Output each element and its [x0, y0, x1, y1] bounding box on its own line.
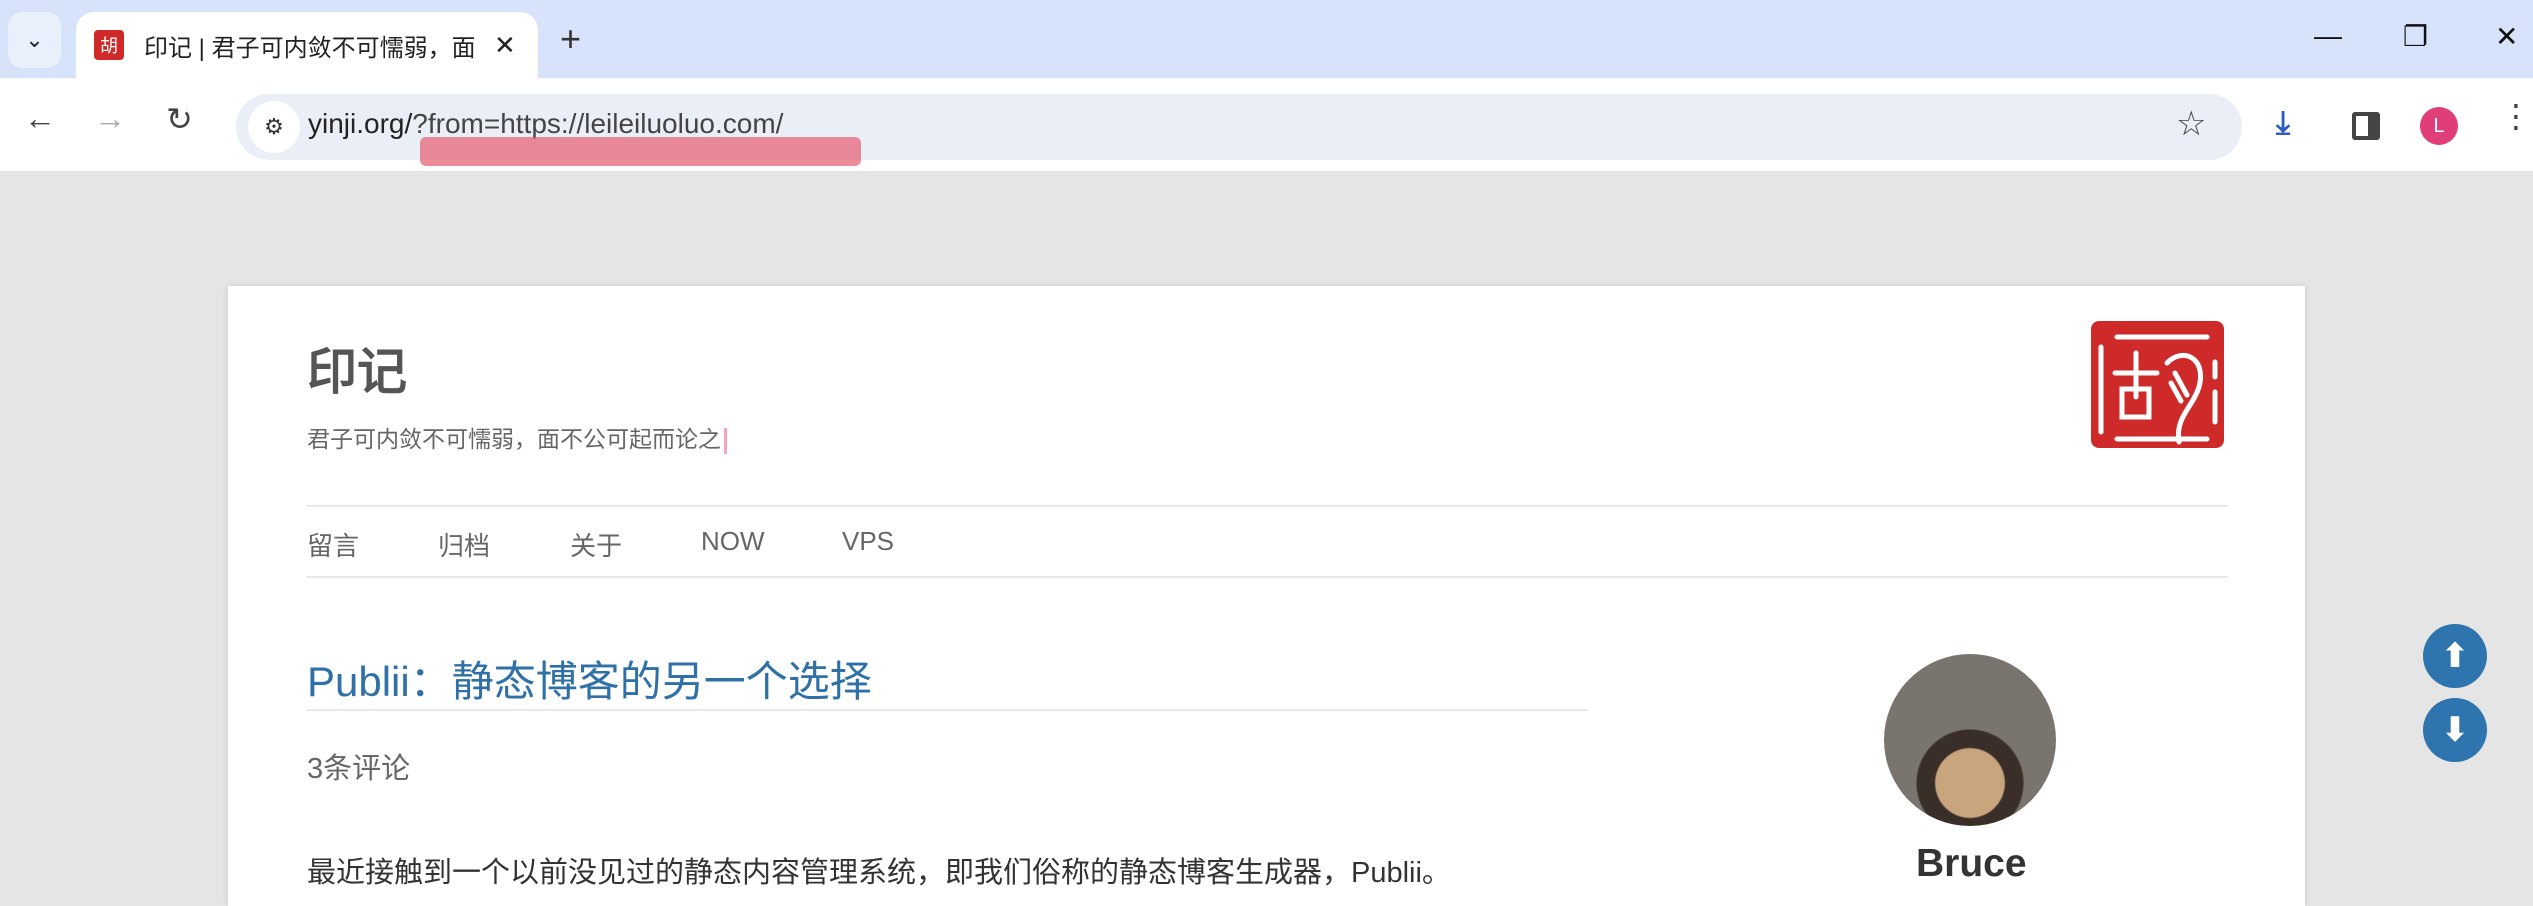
scroll-to-bottom-button[interactable]: ⬇ — [2423, 698, 2487, 762]
restore-button[interactable]: ❐ — [2403, 20, 2428, 53]
nav-divider-top — [307, 505, 2228, 507]
scroll-to-top-button[interactable]: ⬆ — [2423, 624, 2487, 688]
close-tab-icon[interactable]: ✕ — [494, 30, 516, 61]
forward-button[interactable]: → — [94, 100, 126, 137]
minimize-button[interactable]: — — [2314, 20, 2342, 52]
highlight-annotation — [420, 137, 861, 166]
reload-button[interactable]: ↻ — [166, 100, 193, 138]
arrow-down-icon: ⬇ — [2440, 711, 2470, 749]
bookmark-star-icon[interactable]: ☆ — [2176, 104, 2206, 144]
comment-count[interactable]: 3条评论 — [307, 745, 410, 787]
side-panel-icon[interactable] — [2352, 112, 2380, 140]
chevron-down-icon: ⌄ — [25, 27, 44, 52]
post-title[interactable]: Publii：静态博客的另一个选择 — [307, 648, 872, 709]
author-avatar — [1884, 654, 2056, 826]
url-query: ?from=https://leileiluoluo.com/ — [412, 108, 784, 139]
browser-tab-active[interactable]: 胡 印记 | 君子可内敛不可懦弱，面不公可起而论之 ✕ — [76, 12, 538, 78]
url-host: yinji.org/ — [308, 108, 413, 139]
download-icon[interactable]: ⤓ — [2276, 104, 2290, 142]
post-title-divider — [307, 709, 1588, 711]
new-tab-button[interactable]: + — [560, 18, 581, 60]
arrow-up-icon: ⬆ — [2440, 637, 2470, 675]
author-name: Bruce — [1916, 842, 2027, 885]
seal-logo[interactable] — [2087, 317, 2228, 452]
site-info-icon[interactable]: ⚙ — [248, 101, 300, 153]
post-excerpt: 最近接触到一个以前没见过的静态内容管理系统，即我们俗称的静态博客生成器，Publ… — [307, 857, 1451, 889]
site-subtitle: 君子可内敛不可懦弱，面不公可起而论之 — [307, 420, 727, 454]
nav-item-guestbook[interactable]: 留言 — [307, 526, 359, 563]
url-text[interactable]: yinji.org/?from=https://leileiluoluo.com… — [308, 108, 783, 140]
tab-title: 印记 | 君子可内敛不可懦弱，面不公可起而论之 — [144, 34, 474, 62]
nav-item-archive[interactable]: 归档 — [438, 526, 490, 563]
more-menu-icon[interactable]: ⋮ — [2500, 100, 2532, 132]
favicon-seal-icon: 胡 — [94, 30, 124, 60]
tab-search-button[interactable]: ⌄ — [8, 12, 61, 68]
nav-item-about[interactable]: 关于 — [570, 526, 622, 563]
subtitle-text: 君子可内敛不可懦弱，面不公可起而论之 — [307, 426, 721, 452]
back-button[interactable]: ← — [24, 100, 56, 137]
text-cursor — [724, 427, 727, 454]
nav-divider-bottom — [307, 576, 2228, 578]
close-window-button[interactable]: ✕ — [2495, 20, 2518, 53]
site-title[interactable]: 印记 — [307, 332, 407, 404]
nav-item-vps[interactable]: VPS — [842, 526, 894, 557]
profile-avatar[interactable]: L — [2420, 107, 2458, 145]
nav-item-now[interactable]: NOW — [701, 526, 765, 557]
